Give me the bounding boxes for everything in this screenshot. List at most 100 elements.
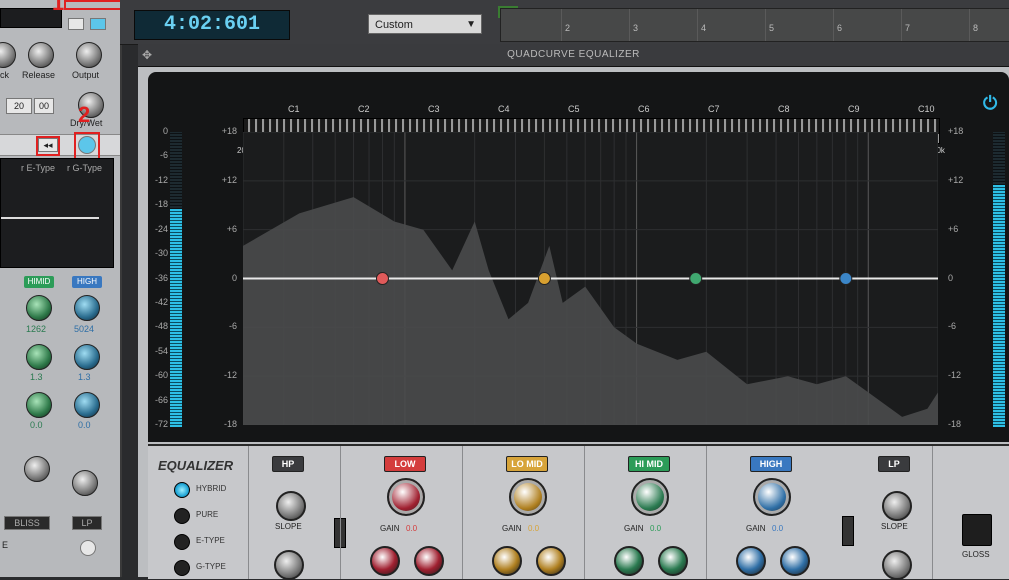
gain-label-left: -12 — [223, 370, 237, 381]
time-display: 4:02:601 — [134, 10, 290, 40]
strip-settings-button[interactable] — [68, 18, 84, 30]
band-q-knob[interactable] — [536, 546, 566, 576]
lp-slope-knob[interactable] — [882, 491, 912, 521]
ruler-tick-label: 6 — [837, 23, 843, 33]
gain-label-right: -6 — [948, 321, 957, 332]
knob-high-gain[interactable] — [74, 392, 100, 418]
db-label: -66 — [154, 394, 168, 405]
mode-radio-e-type[interactable] — [174, 534, 190, 550]
db-label: -6 — [159, 150, 168, 161]
band-freq-knob[interactable] — [614, 546, 644, 576]
panel-title: EQUALIZER — [158, 458, 234, 473]
label-attack: ck — [0, 70, 9, 80]
device-title: QUADCURVE EQUALIZER — [138, 44, 1009, 67]
meter-left-fill — [170, 208, 182, 427]
bliss-button[interactable]: BLISS — [4, 516, 50, 530]
gain-label-right: +18 — [948, 126, 964, 136]
db-label: -54 — [154, 345, 168, 356]
gloss-button[interactable] — [962, 514, 992, 546]
value-himid-gain: 0.0 — [30, 420, 43, 430]
band-q-knob[interactable] — [414, 546, 444, 576]
mode-radio-g-type[interactable] — [174, 560, 190, 576]
band-gain-knob[interactable] — [753, 478, 791, 516]
db-label: -30 — [154, 248, 168, 259]
gain-label-left: -6 — [228, 321, 237, 332]
band-divider — [340, 446, 341, 579]
knob-output[interactable] — [76, 42, 102, 68]
note-label: C10 — [918, 104, 935, 114]
label-release: Release — [22, 70, 56, 80]
value-high-freq: 5024 — [74, 324, 95, 334]
strip-footer-button[interactable] — [80, 540, 96, 556]
power-icon[interactable]: ⏻ — [983, 94, 1001, 112]
band-label: LO MID — [506, 456, 548, 472]
band-gain-label: GAIN — [502, 524, 522, 533]
knob-himid-q[interactable] — [26, 344, 52, 370]
eq-band-handle-4[interactable] — [839, 272, 853, 285]
mode-dropdown[interactable]: Custom ▼ — [368, 14, 482, 34]
strip-power-button[interactable] — [90, 18, 106, 30]
band-gain-knob[interactable] — [509, 478, 547, 516]
value-high-gain: 0.0 — [78, 420, 91, 430]
knob-strip-extra-1[interactable] — [24, 456, 50, 482]
knob-himid-freq[interactable] — [26, 295, 52, 321]
knob-attack[interactable] — [0, 42, 16, 68]
lp-freq-knob[interactable] — [882, 550, 912, 580]
eq-band-handle-2[interactable] — [537, 272, 551, 285]
eq-header-bar — [0, 134, 120, 156]
hp-freq-knob[interactable] — [274, 550, 304, 580]
lp-switch[interactable] — [842, 516, 854, 546]
band-gain-knob[interactable] — [631, 478, 669, 516]
knob-release[interactable] — [28, 42, 54, 68]
band-q-knob[interactable] — [658, 546, 688, 576]
eq-band-handle-3[interactable] — [689, 272, 703, 285]
gain-label-right: -18 — [948, 419, 962, 429]
note-label: C7 — [708, 104, 720, 114]
band-divider — [706, 446, 707, 579]
eq-band-handle-1[interactable] — [375, 272, 389, 285]
ruler-tick-label: 3 — [633, 23, 639, 33]
band-gain-label: GAIN — [624, 524, 644, 533]
transport-bar: 4:02:601 Custom ▼ 2 3 4 5 6 7 8 — [120, 0, 1009, 45]
db-label: 0 — [162, 126, 168, 136]
mode-radio-label: HYBRID — [196, 484, 227, 493]
lp-button[interactable]: LP — [72, 516, 102, 530]
ruler-tick-line — [629, 9, 630, 41]
gain-label-left: +18 — [221, 126, 237, 136]
band-freq-knob[interactable] — [370, 546, 400, 576]
band-divider — [584, 446, 585, 579]
eq-plot[interactable] — [243, 132, 938, 425]
knob-strip-extra-2[interactable] — [72, 470, 98, 496]
ratio-field[interactable]: 20 — [6, 98, 32, 114]
quadcurve-eq-device: QUADCURVE EQUALIZER ✥ ⏻ C1 C2 C3 C4 C5 C6 C7 C8… — [138, 44, 1009, 580]
knob-high-freq[interactable] — [74, 295, 100, 321]
band-q-knob[interactable] — [780, 546, 810, 576]
band-freq-knob[interactable] — [492, 546, 522, 576]
db-label: -24 — [154, 223, 168, 234]
gain-label-right: 0 — [948, 272, 954, 283]
band-gain-knob[interactable] — [387, 478, 425, 516]
db-label: -72 — [154, 419, 168, 429]
knob-himid-gain[interactable] — [26, 392, 52, 418]
ruler-tick-line — [901, 9, 902, 41]
move-icon[interactable]: ✥ — [142, 48, 156, 62]
type-label-g: r G-Type — [67, 163, 103, 173]
mode-radio-pure[interactable] — [174, 508, 190, 524]
knob-high-q[interactable] — [74, 344, 100, 370]
meter-right-fill — [993, 185, 1005, 427]
ruler-tick-line — [765, 9, 766, 41]
band-freq-knob[interactable] — [736, 546, 766, 576]
band-label: LOW — [384, 456, 426, 472]
band-gain-value: 0.0 — [650, 524, 662, 533]
mode-radio-hybrid[interactable] — [174, 482, 190, 498]
note-label: C9 — [848, 104, 860, 114]
ratio-suffix[interactable]: 00 — [34, 98, 54, 114]
strip-side-letter: E — [2, 540, 9, 550]
db-label: -18 — [154, 199, 168, 210]
band-gain-label: GAIN — [380, 524, 400, 533]
band-gain-value: 0.0 — [406, 524, 418, 533]
hp-slope-knob[interactable] — [276, 491, 306, 521]
annotation-mark-1: 1 — [52, 0, 65, 15]
timeline-ruler[interactable]: 2 3 4 5 6 7 8 — [500, 8, 1009, 42]
mode-dropdown-value: Custom — [375, 19, 413, 31]
